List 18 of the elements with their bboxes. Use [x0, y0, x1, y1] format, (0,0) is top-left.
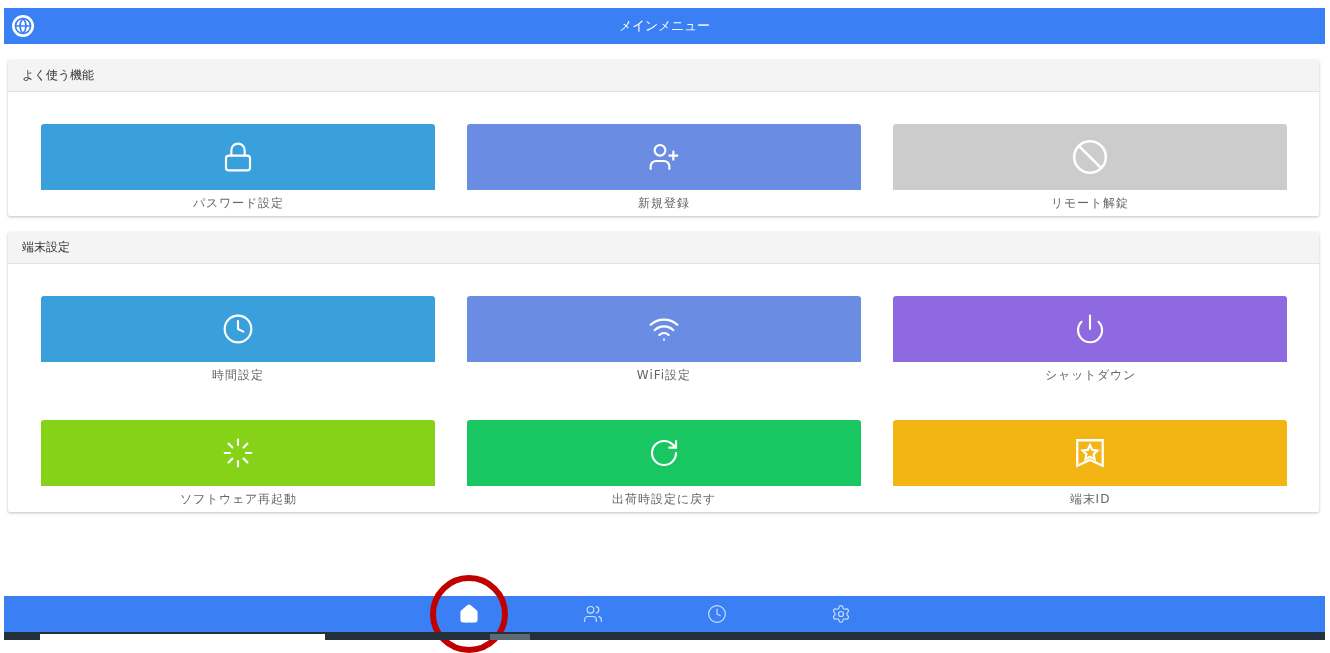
globe-icon [12, 15, 34, 37]
rotate-icon [648, 437, 680, 469]
lock-icon [222, 141, 254, 173]
loader-icon [222, 437, 254, 469]
star-frame-icon [1073, 436, 1107, 470]
menu-tile[interactable]: リモート解錠 [893, 124, 1287, 216]
menu-tile[interactable]: パスワード設定 [41, 124, 435, 216]
clock-icon [222, 313, 254, 345]
menu-tile[interactable]: 出荷時設定に戻す [467, 420, 861, 512]
menu-tile[interactable]: 新規登録 [467, 124, 861, 216]
header-title: メインメニュー [619, 17, 710, 35]
menu-tile[interactable]: 端末ID [893, 420, 1287, 512]
section-title: 端末設定 [8, 232, 1319, 264]
section-title: よく使う機能 [8, 60, 1319, 92]
power-icon [1074, 313, 1106, 345]
ban-icon [1071, 138, 1109, 176]
user-plus-icon [648, 141, 680, 173]
menu-tile[interactable]: ソフトウェア再起動 [41, 420, 435, 512]
